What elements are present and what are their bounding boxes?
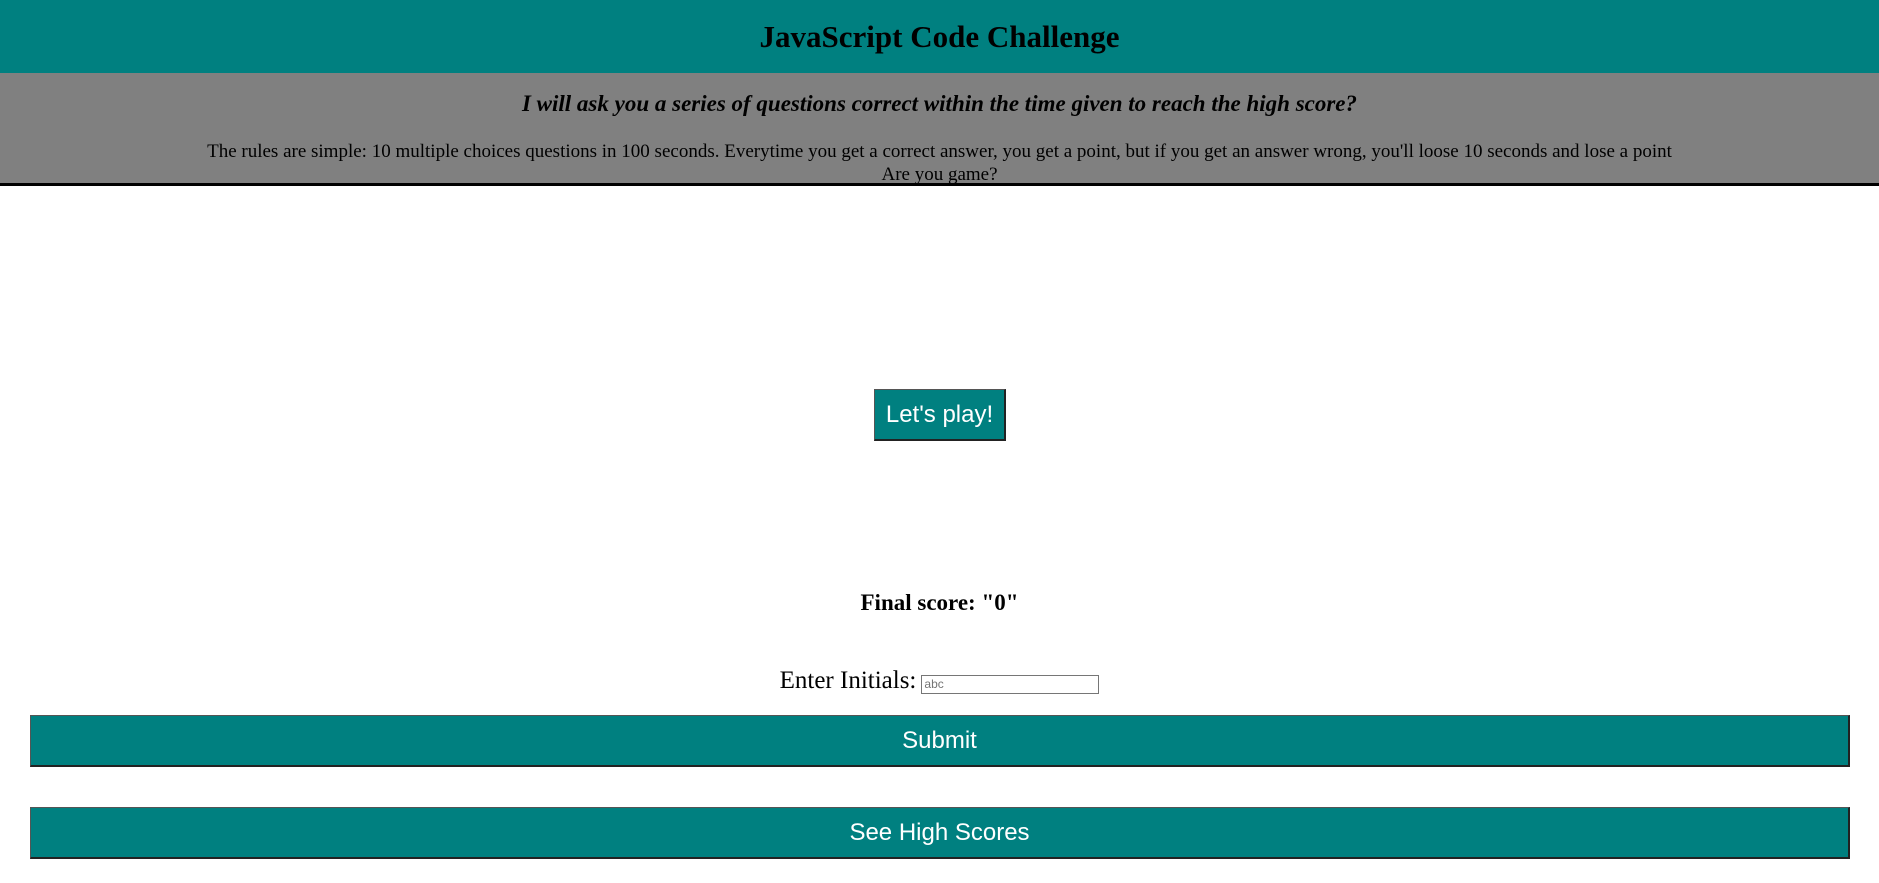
- page: JavaScript Code Challenge I will ask you…: [0, 0, 1879, 883]
- initials-row: Enter Initials:: [0, 667, 1879, 695]
- final-score: Final score: "0": [860, 590, 1019, 615]
- initials-input[interactable]: [921, 674, 1100, 694]
- submit-button[interactable]: Submit: [30, 715, 1850, 767]
- initials-label: Enter Initials:: [779, 667, 917, 694]
- see-high-scores-button[interactable]: See High Scores: [30, 807, 1850, 859]
- page-title: JavaScript Code Challenge: [759, 18, 1120, 54]
- intro-section: I will ask you a series of questions cor…: [0, 73, 1879, 186]
- rules-question: Are you game?: [881, 164, 998, 185]
- lets-play-button[interactable]: Let's play!: [874, 389, 1006, 441]
- intro-tagline: I will ask you a series of questions cor…: [521, 91, 1358, 116]
- rules-text: The rules are simple: 10 multiple choice…: [0, 140, 1879, 186]
- page-header: JavaScript Code Challenge: [0, 0, 1879, 73]
- rules-line: The rules are simple: 10 multiple choice…: [207, 141, 1672, 162]
